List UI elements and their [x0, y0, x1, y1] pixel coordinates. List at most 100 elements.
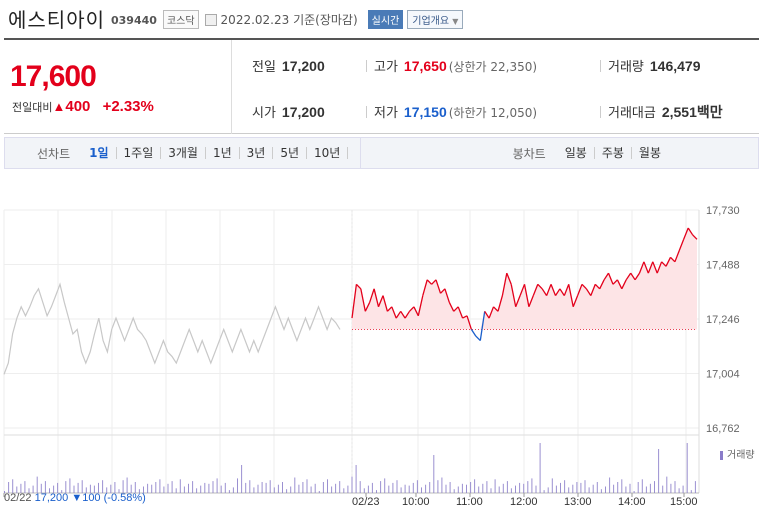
volume-bar: [192, 481, 194, 493]
volume-bar: [625, 486, 627, 493]
volume-bar: [388, 485, 390, 493]
period-1d[interactable]: 1일: [82, 147, 117, 159]
y-tick-label: 16,762: [706, 423, 740, 435]
volume-bar: [282, 482, 283, 493]
volume-bar: [437, 480, 439, 493]
volume-bar: [151, 484, 153, 493]
volume-bar: [343, 488, 345, 493]
volume-bar: [212, 481, 214, 493]
volume-bar: [290, 486, 292, 493]
volume-bar: [396, 480, 398, 493]
period-1y[interactable]: 1년: [206, 147, 240, 159]
company-overview-dropdown[interactable]: 기업개요 ▼: [407, 10, 464, 29]
volume-bar: [662, 485, 664, 493]
x-tick-label: 14:00: [618, 496, 646, 508]
volume-bar: [318, 491, 320, 493]
volume-bar: [163, 486, 165, 493]
volume-bar: [474, 479, 476, 493]
volume-bar: [523, 483, 525, 493]
volume-bar: [175, 488, 177, 493]
volume-bar: [371, 482, 373, 493]
chart-grid: [3, 209, 700, 494]
volume-bar: [621, 479, 623, 493]
volume-bar: [425, 484, 427, 493]
volume-bars: [4, 443, 696, 493]
volume-bar: [253, 487, 255, 493]
prev-day-series: [3, 282, 341, 375]
volume-bar: [421, 487, 422, 493]
period-1w[interactable]: 1주일: [117, 147, 162, 159]
high-price: 고가 17,650 (상한가 22,350): [374, 58, 538, 75]
period-5y[interactable]: 5년: [273, 147, 308, 159]
volume-bar: [376, 490, 377, 493]
candle-weekly[interactable]: 주봉: [595, 147, 632, 159]
volume-bar: [470, 482, 472, 493]
volume-bar: [694, 481, 696, 493]
period-3y[interactable]: 3년: [240, 147, 274, 159]
volume-bar: [547, 487, 549, 493]
volume-bar: [629, 483, 631, 493]
volume-bar: [36, 476, 38, 493]
candle-monthly[interactable]: 월봉: [632, 147, 668, 159]
volume-bar: [678, 488, 680, 493]
volume: 거래량 146,479: [608, 58, 701, 75]
volume-bar: [498, 486, 500, 493]
volume-bar: [466, 484, 467, 493]
volume-bar: [617, 482, 619, 493]
price-chart[interactable]: 17,730 17,488 17,246 17,004 16,762 02/23 10:0…: [0, 195, 763, 514]
volume-legend: 거래량: [720, 446, 755, 461]
prev-close: 전일 17,200: [252, 58, 325, 75]
market-badge: 코스닥: [162, 10, 199, 29]
volume-bar: [441, 477, 443, 493]
period-3m[interactable]: 3개월: [161, 147, 206, 159]
realtime-button[interactable]: 실시간: [367, 10, 404, 29]
volume-bar: [568, 487, 570, 493]
volume-bar: [531, 478, 533, 493]
volume-bar: [216, 478, 218, 493]
period-10y[interactable]: 10년: [307, 147, 349, 159]
volume-bar: [641, 479, 643, 493]
current-price-panel: 17,600 전일대비▲400 +2.33%: [4, 40, 232, 134]
price-change: 전일대비▲400 +2.33%: [12, 98, 154, 115]
volume-bar: [196, 488, 198, 493]
volume-bar: [269, 480, 271, 493]
volume-bar: [658, 449, 660, 493]
volume-bar: [404, 484, 406, 493]
stock-code: 039440: [111, 13, 157, 27]
volume-bar: [584, 480, 586, 493]
volume-bar: [453, 489, 455, 493]
volume-bar: [572, 484, 574, 493]
x-tick-label: 13:00: [564, 496, 592, 508]
volume-bar: [327, 479, 328, 493]
volume-bar: [351, 476, 353, 493]
volume-bar: [510, 488, 512, 493]
volume-bar: [519, 482, 521, 493]
volume-bar: [208, 483, 210, 493]
candle-daily[interactable]: 일봉: [558, 147, 595, 159]
volume-bar: [126, 477, 128, 493]
volume-bar: [555, 485, 557, 493]
volume-bar: [171, 481, 173, 493]
y-tick-label: 17,730: [706, 205, 740, 217]
volume-bar: [261, 482, 263, 493]
volume-bar: [380, 481, 382, 493]
volume-bar: [560, 482, 561, 493]
volume-bar: [486, 481, 488, 493]
volume-bar: [637, 482, 639, 493]
volume-bar: [535, 485, 537, 493]
volume-bar: [265, 482, 267, 493]
volume-bar: [449, 482, 451, 493]
x-tick-label: 12:00: [510, 496, 538, 508]
volume-bar: [179, 479, 181, 493]
volume-bar: [412, 482, 414, 493]
volume-bar: [167, 483, 169, 493]
prev-day-line: [3, 282, 341, 375]
volume-bar: [294, 477, 296, 493]
today-segment: [470, 329, 477, 337]
open-price: 시가 17,200: [252, 104, 325, 121]
volume-bar: [322, 482, 324, 493]
volume-bar: [633, 491, 635, 493]
volume-bar: [147, 483, 149, 493]
low-price: 저가 17,150 (하한가 12,050): [374, 104, 538, 121]
volume-bar: [600, 489, 602, 493]
